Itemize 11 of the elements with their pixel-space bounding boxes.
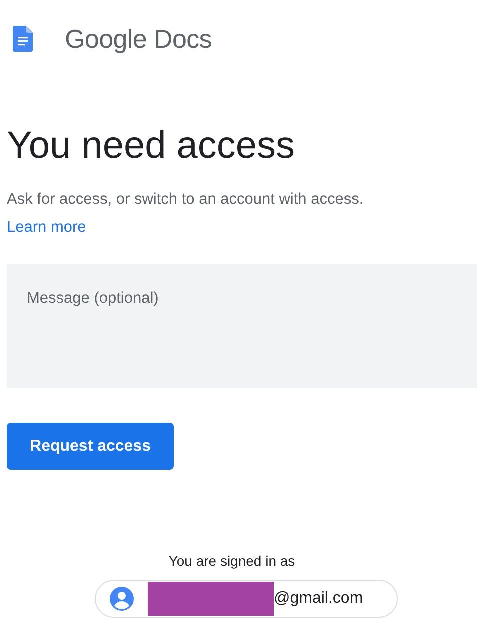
request-access-button[interactable]: Request access bbox=[7, 423, 174, 470]
message-field[interactable]: Message (optional) bbox=[7, 264, 477, 388]
account-icon bbox=[110, 587, 134, 611]
account-email: @gmail.com bbox=[274, 590, 364, 608]
product-name: Google Docs bbox=[65, 24, 212, 54]
learn-more-link[interactable]: Learn more bbox=[7, 218, 86, 238]
docs-logo-icon bbox=[13, 26, 33, 52]
page-title: You need access bbox=[7, 124, 296, 168]
account-chip[interactable]: @gmail.com bbox=[95, 580, 398, 618]
signed-in-label: You are signed in as bbox=[168, 553, 296, 569]
description: Ask for access, or switch to an account with access. bbox=[7, 191, 364, 208]
